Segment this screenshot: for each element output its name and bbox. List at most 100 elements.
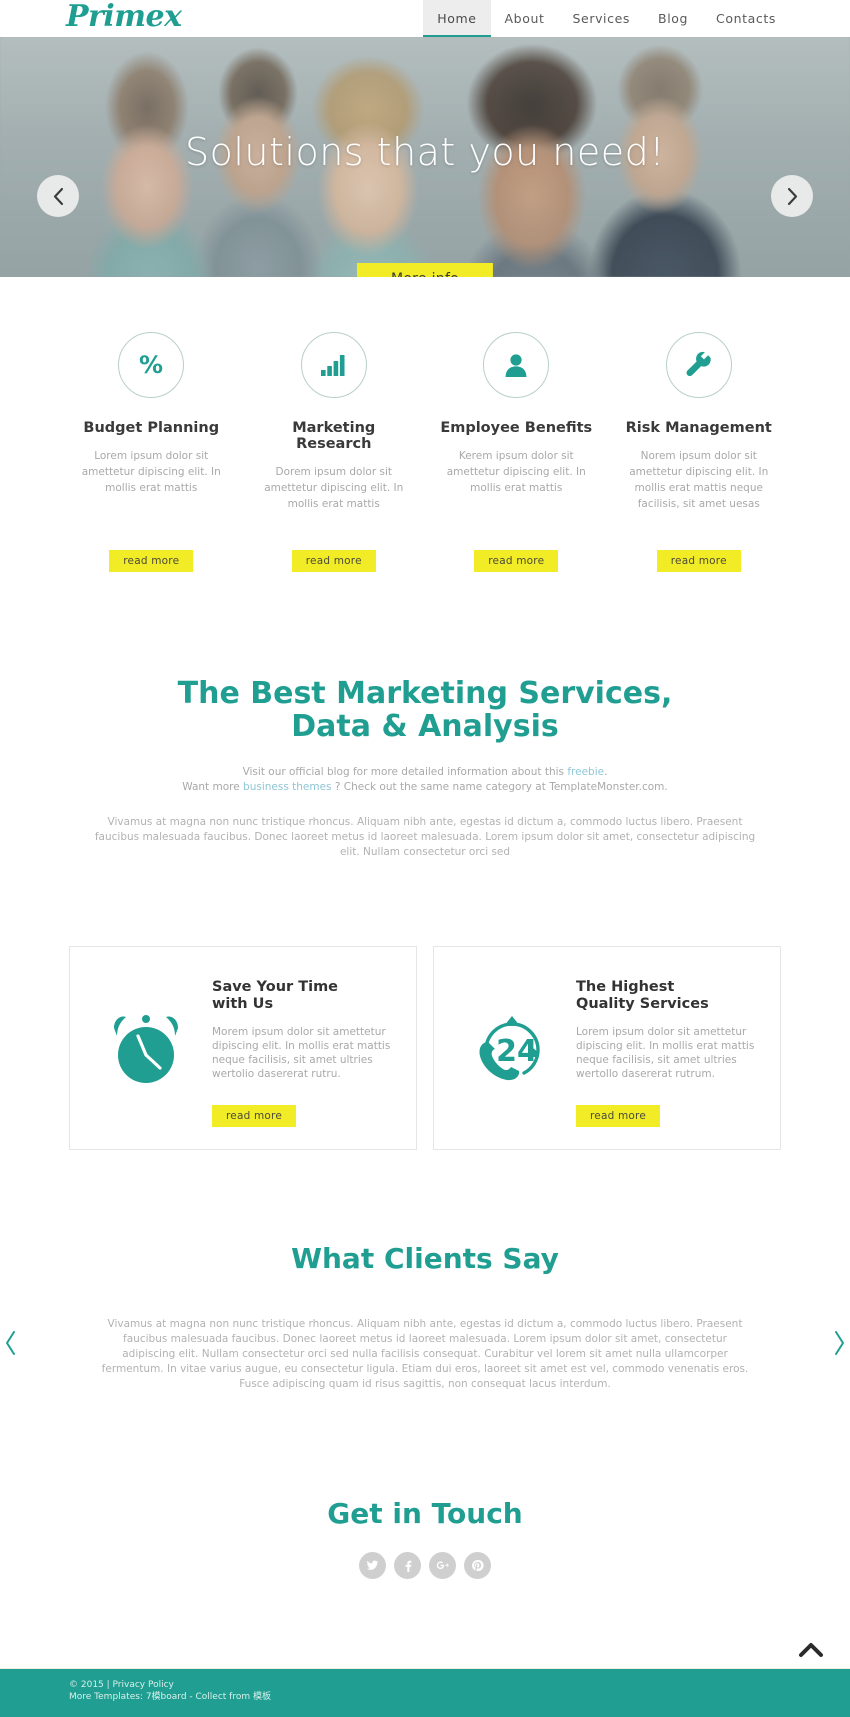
feature-icon-circle[interactable] xyxy=(665,332,732,398)
feature-employee-benefits: Employee Benefits Kerem ipsum dolor sit … xyxy=(425,332,608,512)
feature-button-cell: read more xyxy=(608,550,791,572)
feature-button-cell: read more xyxy=(425,550,608,572)
social-links xyxy=(0,1552,850,1579)
feature-button-cell: read more xyxy=(60,550,243,572)
nav-item-about[interactable]: About xyxy=(491,0,559,37)
blog-line-pre: Visit our official blog for more detaile… xyxy=(242,766,568,778)
testimonial-text: Vivamus at magna non nunc tristique rhon… xyxy=(101,1318,749,1390)
read-more-button-save-your-time[interactable]: read more xyxy=(212,1105,296,1127)
social-link-google-plus[interactable] xyxy=(429,1552,456,1579)
site-logo[interactable]: Primex xyxy=(66,0,182,37)
read-more-button-employee-benefits[interactable]: read more xyxy=(474,550,559,572)
business-themes-link[interactable]: business themes xyxy=(243,781,332,793)
features-section: % Budget Planning Lorem ipsum dolor sit … xyxy=(0,277,850,512)
card-title: Save Your Time with Us xyxy=(212,979,398,1013)
card-icon-wrap xyxy=(80,969,212,1127)
hero-prev-button[interactable] xyxy=(37,175,79,217)
alarm-clock-icon xyxy=(114,1015,178,1083)
card-button-wrap: read more xyxy=(212,1105,398,1127)
nav-item-contacts[interactable]: Contacts xyxy=(702,0,790,37)
footer-copyright-text: © 2015 | xyxy=(69,1680,113,1690)
google-plus-icon xyxy=(436,1561,449,1569)
themes-line-post: ? Check out the same name category at Te… xyxy=(331,781,668,793)
social-link-facebook[interactable] xyxy=(394,1552,421,1579)
card-title-line1: Save Your Time xyxy=(212,979,339,995)
facebook-icon xyxy=(405,1560,412,1572)
main-navigation: Home About Services Blog Contacts xyxy=(423,0,790,37)
feature-title: Risk Management xyxy=(625,420,772,436)
freebie-link[interactable]: freebie xyxy=(567,766,604,778)
feature-risk-management: Risk Management Norem ipsum dolor sit am… xyxy=(608,332,791,512)
feature-title: Marketing Research xyxy=(292,420,376,452)
feature-text: Lorem ipsum dolor sit amettetur dipiscin… xyxy=(81,450,221,494)
best-services-heading-line2: Data & Analysis xyxy=(291,709,559,744)
best-services-heading-line1: The Best Marketing Services, xyxy=(177,676,673,711)
read-more-button-marketing-research[interactable]: read more xyxy=(291,550,376,572)
card-button-wrap: read more xyxy=(576,1105,762,1127)
best-services-paragraph: Vivamus at magna non nunc tristique rhon… xyxy=(94,816,756,858)
nav-item-home[interactable]: Home xyxy=(423,0,491,37)
chevron-left-icon xyxy=(6,1331,15,1355)
percent-icon: % xyxy=(139,351,163,379)
nav-item-services[interactable]: Services xyxy=(559,0,645,37)
card-title-line2: Quality Services xyxy=(576,996,709,1012)
testimonials-heading: What Clients Say xyxy=(291,1242,559,1275)
feature-button-cell: read more xyxy=(243,550,426,572)
card-save-your-time: Save Your Time with Us Morem ipsum dolor… xyxy=(69,946,417,1150)
hero-slider: Solutions that you need! More info xyxy=(0,37,850,277)
svg-text:%: % xyxy=(139,351,163,379)
svg-text:24: 24 xyxy=(496,1034,538,1069)
wrench-icon xyxy=(686,351,711,377)
read-more-button-risk-management[interactable]: read more xyxy=(656,550,741,572)
feature-icon-circle[interactable] xyxy=(300,332,367,398)
feature-title: Budget Planning xyxy=(83,420,220,436)
features-buttons-row: read more read more read more read more xyxy=(0,550,850,572)
footer-copyright: © 2015 | Privacy Policy xyxy=(69,1679,850,1691)
card-text: Morem ipsum dolor sit amettetur dipiscin… xyxy=(212,1026,391,1080)
chevron-up-icon xyxy=(799,1643,823,1657)
testimonials-section: What Clients Say Vivamus at magna non nu… xyxy=(0,1150,850,1392)
best-services-section: The Best Marketing Services, Data & Anal… xyxy=(0,572,850,860)
card-highest-quality-services: 24 The Highest Quality Services Lorem ip… xyxy=(433,946,781,1150)
chevron-left-icon xyxy=(53,187,63,205)
site-footer: © 2015 | Privacy Policy More Templates: … xyxy=(0,1668,850,1717)
pinterest-icon xyxy=(472,1559,484,1571)
themes-line-pre: Want more xyxy=(182,781,244,793)
card-body: The Highest Quality Services Lorem ipsum… xyxy=(576,969,762,1127)
blog-line-post: . xyxy=(604,766,608,778)
privacy-policy-link[interactable]: Privacy Policy xyxy=(113,1680,174,1690)
card-title-line2: with Us xyxy=(212,996,274,1012)
social-link-twitter[interactable] xyxy=(359,1552,386,1579)
feature-icon-circle[interactable]: % xyxy=(118,332,185,398)
social-link-pinterest[interactable] xyxy=(464,1552,491,1579)
get-in-touch-section: Get in Touch xyxy=(0,1392,850,1579)
feature-text: Dorem ipsum dolor sit amettetur dipiscin… xyxy=(264,466,404,510)
nav-item-blog[interactable]: Blog xyxy=(644,0,702,37)
info-cards-section: Save Your Time with Us Morem ipsum dolor… xyxy=(0,860,850,1150)
site-header: Primex Home About Services Blog Contacts xyxy=(0,0,850,37)
scroll-to-top-button[interactable] xyxy=(798,1641,824,1663)
testimonial-next-button[interactable] xyxy=(833,1330,846,1361)
best-services-heading: The Best Marketing Services, Data & Anal… xyxy=(60,677,790,743)
bar-chart-icon xyxy=(320,355,345,376)
card-title: The Highest Quality Services xyxy=(576,979,762,1013)
hero-next-button[interactable] xyxy=(771,175,813,217)
hero-more-info-button[interactable]: More info xyxy=(356,263,494,277)
feature-icon-circle[interactable] xyxy=(483,332,550,398)
chevron-right-icon xyxy=(835,1331,844,1355)
feature-text: Kerem ipsum dolor sit amettetur dipiscin… xyxy=(446,450,586,494)
feature-budget-planning: % Budget Planning Lorem ipsum dolor sit … xyxy=(60,332,243,512)
feature-marketing-research: Marketing Research Dorem ipsum dolor sit… xyxy=(243,332,426,512)
read-more-button-budget-planning[interactable]: read more xyxy=(109,550,194,572)
read-more-button-highest-quality[interactable]: read more xyxy=(576,1105,660,1127)
chevron-right-icon xyxy=(787,187,797,205)
footer-more-templates: More Templates: 7模board - Collect from 模… xyxy=(69,1692,271,1702)
card-text: Lorem ipsum dolor sit amettetur dipiscin… xyxy=(576,1026,755,1080)
card-icon-wrap: 24 xyxy=(444,969,576,1127)
card-title-line1: The Highest xyxy=(576,979,675,995)
best-services-links: Visit our official blog for more detaile… xyxy=(60,765,790,795)
user-icon xyxy=(505,354,527,377)
twitter-icon xyxy=(366,1560,379,1570)
get-in-touch-heading: Get in Touch xyxy=(327,1497,523,1530)
testimonial-prev-button[interactable] xyxy=(4,1330,17,1361)
